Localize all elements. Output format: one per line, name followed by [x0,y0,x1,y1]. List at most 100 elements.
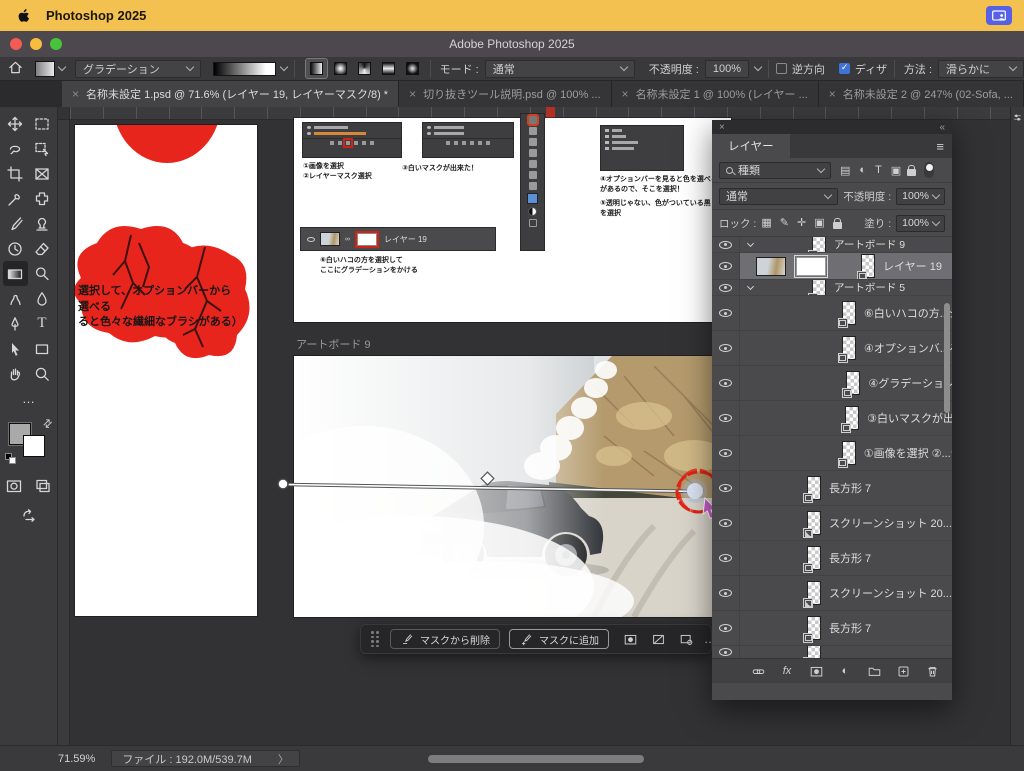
marquee-tool[interactable] [30,111,55,136]
subtract-from-mask-button[interactable]: マスクから削除 [390,629,500,649]
visibility-toggle[interactable] [712,401,740,435]
linear-gradient-button[interactable] [306,59,327,78]
layer-thumbnail[interactable] [845,406,859,430]
reverse-checkbox[interactable] [776,63,787,74]
zoom-tool[interactable] [30,361,55,386]
visibility-toggle[interactable] [712,237,740,252]
layer-row[interactable]: レイヤー 19 [712,253,952,280]
close-tab-icon[interactable]: × [72,87,79,101]
taskbar-drag-handle[interactable] [371,631,379,647]
edit-toolbar-icon[interactable]: … [16,386,41,411]
layer-blend-mode-dropdown[interactable]: 通常 [719,188,838,205]
hand-tool[interactable] [3,361,28,386]
history-brush-tool[interactable] [3,236,28,261]
diamond-gradient-button[interactable] [402,59,423,78]
type-tool[interactable]: T [30,311,55,336]
layer-name[interactable]: ⑥白いハコの方...ションをかける [864,305,952,321]
layer-thumbnail[interactable] [807,546,821,570]
zoom-level[interactable]: 71.59% [58,753,95,765]
layer-row[interactable]: 長方形 7 [712,541,952,576]
apple-logo-icon[interactable] [16,8,32,24]
panel-menu-icon[interactable]: ≡ [928,134,952,158]
layer-thumbnail[interactable] [807,581,821,605]
layer-row[interactable]: ④グラデーション選択 [712,366,952,401]
layer-thumbnail[interactable] [842,301,856,325]
chevron-down-icon[interactable] [754,63,762,71]
filter-pixel-icon[interactable]: ▤ [840,164,850,177]
document-tab[interactable]: × 切り抜きツール説明.psd @ 100% ... [399,81,611,107]
layer-thumbnail[interactable] [812,280,826,295]
layer-thumbnail[interactable] [807,476,821,500]
file-info[interactable]: ファイル : 192.0M/539.7M 〉 [111,750,300,767]
visibility-toggle[interactable] [712,366,740,400]
collapsed-panel-dock[interactable] [1010,107,1024,745]
add-to-mask-button[interactable]: マスクに追加 [509,629,609,649]
lasso-tool[interactable] [3,136,28,161]
chevron-down-icon[interactable] [280,63,288,71]
gradient-preview[interactable] [213,62,276,76]
layer-thumbnail[interactable] [812,237,826,252]
layer-row[interactable]: アートボード 5 [712,280,952,296]
close-tab-icon[interactable]: × [409,87,416,101]
lock-position-icon[interactable]: ✛ [797,218,806,229]
brush-tool[interactable] [3,211,28,236]
filter-frame-icon[interactable]: ▣ [891,164,901,177]
artboard-left[interactable]: 選択して、オプションバーから 選べる ると色々な繊細なブラシがある） [75,125,257,616]
gradient-type-dropdown[interactable]: グラデーション [75,60,201,78]
layer-row[interactable] [712,646,952,658]
layer-thumbnail[interactable] [842,336,856,360]
vertical-ruler[interactable] [58,120,70,745]
apply-mask-icon[interactable] [624,632,637,647]
filter-locked-icon[interactable] [907,169,916,176]
eraser-tool[interactable] [30,236,55,261]
tool-preset-picker[interactable] [35,61,65,77]
layer-row[interactable]: 長方形 7 [712,471,952,506]
layer-row[interactable]: スクリーンショット 20...25 20.28.14 [712,576,952,611]
delete-layer-icon[interactable] [924,663,940,679]
fill-input[interactable]: 100% [896,215,945,232]
layer-row[interactable]: アートボード 9 [712,237,952,253]
document-tab[interactable]: × 名称未設定 2 @ 247% (02-Sofa, ... [819,81,1024,107]
default-colors-icon[interactable] [5,453,17,465]
visibility-toggle[interactable] [712,611,740,645]
layer-name[interactable]: 長方形 7 [829,620,871,636]
new-group-icon[interactable] [866,663,882,679]
layer-name[interactable]: アートボード 9 [834,237,905,252]
opacity-input[interactable]: 100% [705,60,749,78]
close-tab-icon[interactable]: × [622,87,629,101]
layer-name[interactable]: 長方形 7 [829,550,871,566]
link-layers-icon[interactable] [750,663,766,679]
adjustment-layer-icon[interactable]: ◐ [837,663,853,679]
smudge-tool[interactable] [3,286,28,311]
visibility-toggle[interactable] [712,506,740,540]
filter-type-dropdown[interactable]: 種類 [719,162,831,179]
layer-thumbnail[interactable] [861,254,875,278]
layer-name[interactable]: スクリーンショット 20...25 20.28.36 [829,515,952,531]
layer-name[interactable]: スクリーンショット 20...25 20.28.14 [829,585,952,601]
layer-name[interactable]: ①画像を選択 ②...ヤーマスク選択 [864,445,952,461]
tab-layers[interactable]: レイヤー [712,134,790,158]
layer-name[interactable]: 長方形 7 [829,480,871,496]
visibility-toggle[interactable] [712,331,740,365]
layer-thumbnail[interactable] [807,511,821,535]
object-selection-tool[interactable] [30,136,55,161]
layer-thumbnail[interactable] [807,646,821,658]
layer-row[interactable]: ①画像を選択 ②...ヤーマスク選択 [712,436,952,471]
frame-tool[interactable] [30,161,55,186]
layer-row[interactable]: スクリーンショット 20...25 20.28.36 [712,506,952,541]
new-layer-icon[interactable] [895,663,911,679]
horizontal-scrollbar[interactable] [428,755,644,763]
mask-options-icon[interactable] [680,632,693,647]
visibility-toggle[interactable] [712,471,740,505]
document-tab[interactable]: × 名称未設定 1 @ 100% (レイヤー ... [612,81,819,107]
layer-opacity-input[interactable]: 100% [896,188,945,205]
visibility-toggle[interactable] [712,296,740,330]
lock-all-icon[interactable] [833,222,842,229]
layer-mask-thumbnail[interactable] [796,257,826,276]
layer-thumbnail[interactable] [846,371,860,395]
layers-scrollbar[interactable] [944,303,950,413]
clone-stamp-tool[interactable] [30,211,55,236]
properties-panel-icon[interactable] [1013,113,1022,122]
layer-name[interactable]: ④オプションバ...る黒と白を選択 [864,340,952,356]
collapse-panel-icon[interactable]: « [939,122,945,133]
